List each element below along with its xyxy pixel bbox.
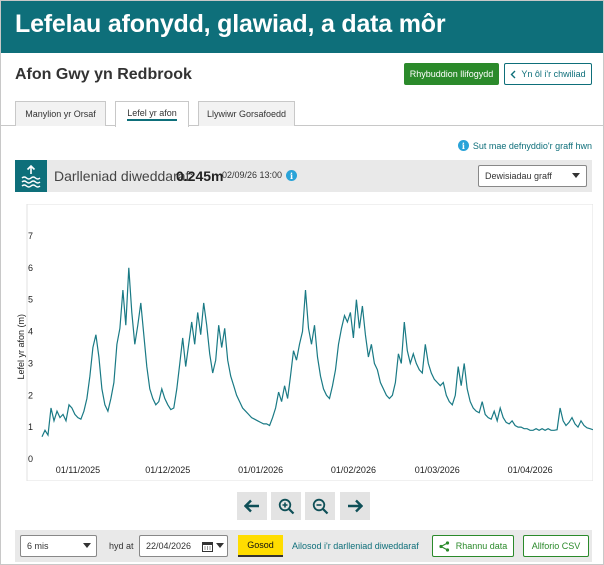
back-to-search-label: Yn ôl i'r chwiliad <box>521 69 586 79</box>
tab-label: Llywiwr Gorsafoedd <box>206 109 287 119</box>
chevron-left-icon <box>510 70 516 78</box>
y-tick-label: 4 <box>28 327 33 337</box>
tab-label: Manylion yr Orsaf <box>25 109 96 119</box>
y-tick-label: 1 <box>28 422 33 432</box>
graph-help-label: Sut mae defnyddio'r graff hwn <box>472 140 592 151</box>
y-tick-label: 5 <box>28 295 33 305</box>
x-tick-label: 01/03/2026 <box>415 465 460 475</box>
tab-station-navigator[interactable]: Llywiwr Gorsafoedd <box>198 101 295 126</box>
zoom-in-icon <box>278 498 294 514</box>
date-value: 22/04/2026 <box>146 541 192 551</box>
share-icon <box>439 540 449 552</box>
reset-latest-link[interactable]: Ailosod i'r darlleniad diweddaraf <box>292 541 419 551</box>
y-tick-label: 2 <box>28 390 33 400</box>
chevron-down-icon <box>83 543 91 548</box>
river-level-icon <box>15 160 47 192</box>
station-name: Afon Gwy yn Redbrook <box>15 66 192 83</box>
latest-reading-value: 0.245m <box>176 168 224 184</box>
info-icon: i <box>457 140 469 151</box>
arrow-right-icon <box>348 499 363 513</box>
x-tick-label: 01/02/2026 <box>331 465 376 475</box>
y-tick-label: 3 <box>28 358 33 368</box>
set-button[interactable]: Gosod <box>238 535 283 557</box>
chevron-down-icon <box>216 543 224 548</box>
share-data-button[interactable]: Rhannu data <box>432 535 514 557</box>
pan-left-button[interactable] <box>237 492 267 520</box>
chart-frame <box>26 203 594 482</box>
zoom-in-button[interactable] <box>271 492 301 520</box>
y-tick-label: 7 <box>28 231 33 241</box>
graph-help-link[interactable]: i Sut mae defnyddio'r graff hwn <box>457 140 592 151</box>
period-value: 6 mis <box>27 541 49 551</box>
x-tick-label: 01/01/2026 <box>238 465 283 475</box>
zoom-out-icon <box>312 498 328 514</box>
back-to-search-button[interactable]: Yn ôl i'r chwiliad <box>504 63 592 85</box>
x-tick-label: 01/11/2025 <box>56 465 100 475</box>
site-header: Lefelau afonydd, glawiad, a data môr <box>1 1 603 53</box>
until-label: hyd at <box>109 541 134 551</box>
tab-station-details[interactable]: Manylion yr Orsaf <box>15 101 106 126</box>
tab-label: Lefel yr afon <box>127 108 177 121</box>
y-tick-label: 0 <box>28 454 33 464</box>
latest-reading-time: 02/09/26 13:00 <box>222 170 283 180</box>
zoom-out-button[interactable] <box>305 492 335 520</box>
x-tick-label: 01/12/2025 <box>145 465 190 475</box>
date-input[interactable]: 22/04/2026 <box>139 535 228 557</box>
chart-svg: 0 1 2 3 4 5 6 7 01/11/2025 01/12/2025 01/01/2026 0… <box>16 203 594 482</box>
graph-controls-bar: 6 mis hyd at 22/04/2026 Gosod Ailosod i'… <box>15 530 592 562</box>
flood-warnings-button[interactable]: Rhybuddion llifogydd <box>404 63 499 85</box>
arrow-left-icon <box>244 499 259 513</box>
latest-reading-bar: Darlleniad diweddaraf: 0.245m 02/09/26 1… <box>15 160 592 192</box>
river-level-chart: 0 1 2 3 4 5 6 7 01/11/2025 01/12/2025 01/01/2026 0… <box>15 203 594 482</box>
pan-right-button[interactable] <box>340 492 370 520</box>
x-tick-label: 01/04/2026 <box>508 465 553 475</box>
period-select[interactable]: 6 mis <box>20 535 97 557</box>
export-csv-label: Allforio CSV <box>531 541 581 551</box>
calendar-icon[interactable] <box>202 541 213 552</box>
export-csv-button[interactable]: Allforio CSV <box>523 535 589 557</box>
share-data-label: Rhannu data <box>455 541 508 551</box>
chevron-down-icon <box>572 173 580 178</box>
graph-options-select[interactable]: Dewisiadau graff <box>478 165 587 187</box>
page-title: Lefelau afonydd, glawiad, a data môr <box>15 10 446 38</box>
tab-river-level[interactable]: Lefel yr afon <box>115 101 189 127</box>
latest-reading-label: Darlleniad diweddaraf: <box>54 168 194 184</box>
y-tick-label: 6 <box>28 263 33 273</box>
y-axis-label: Lefel yr afon (m) <box>16 314 26 380</box>
info-icon[interactable]: i <box>286 170 297 181</box>
graph-options-label: Dewisiadau graff <box>485 171 552 181</box>
